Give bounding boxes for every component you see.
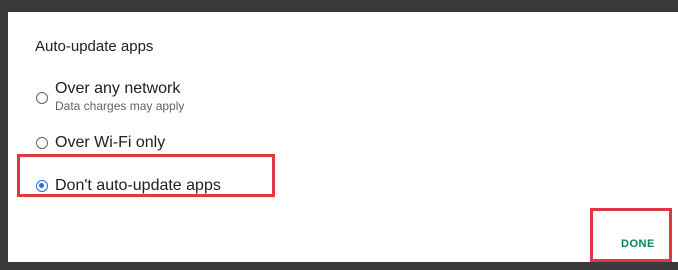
auto-update-dialog: Auto-update apps Over any network Data c… xyxy=(8,12,678,262)
dialog-title: Auto-update apps xyxy=(35,38,154,55)
option-sublabel: Data charges may apply xyxy=(55,99,185,113)
option-over-any-network[interactable]: Over any network Data charges may apply xyxy=(36,79,184,113)
option-text: Over Wi-Fi only xyxy=(55,133,165,153)
radio-button-unchecked[interactable] xyxy=(36,92,48,104)
window-edge-left xyxy=(0,0,8,270)
highlight-box-done xyxy=(590,208,672,262)
screenshot-frame: Auto-update apps Over any network Data c… xyxy=(0,0,678,270)
option-label: Over any network xyxy=(55,80,181,97)
highlight-box-option xyxy=(17,154,275,197)
option-label: Over Wi-Fi only xyxy=(55,134,166,151)
radio-button-unchecked[interactable] xyxy=(36,137,48,149)
option-text: Over any network Data charges may apply xyxy=(55,79,184,113)
option-over-wifi-only[interactable]: Over Wi-Fi only xyxy=(36,133,165,153)
window-edge-top xyxy=(0,0,678,12)
window-edge-bottom xyxy=(0,262,678,270)
